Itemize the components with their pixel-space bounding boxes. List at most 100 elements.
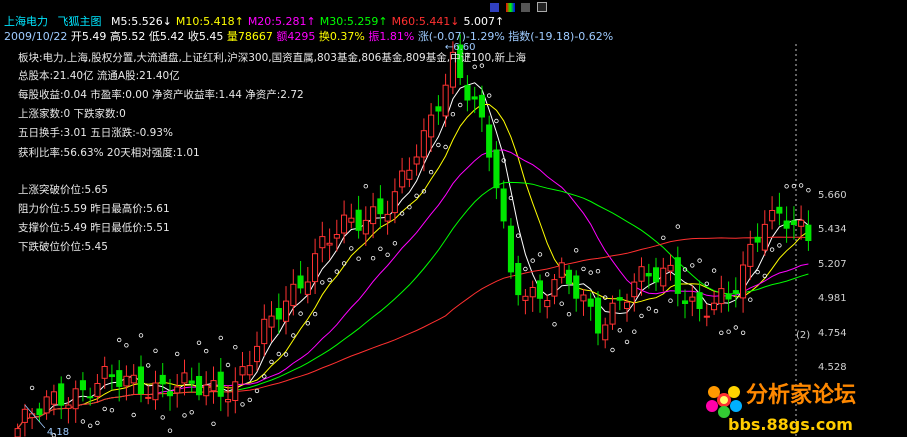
sar-dot <box>174 351 180 357</box>
candle-body <box>464 84 471 101</box>
candle-body <box>493 149 500 189</box>
sar-dot <box>116 337 122 343</box>
forum-logo: 分析家论坛 bbs.88gs.com <box>706 382 856 434</box>
candle-body <box>101 366 108 379</box>
info-five-day: 五日换手:3.01 五日涨跌:-0.93% <box>18 127 173 139</box>
sar-dot <box>595 269 601 274</box>
candle-body <box>435 106 442 112</box>
sar-dot <box>182 413 187 418</box>
candle-body <box>297 275 304 289</box>
candle-body <box>565 269 573 285</box>
candle-body <box>478 94 485 118</box>
candle-body <box>689 296 696 302</box>
sar-dot <box>254 388 260 394</box>
sar-dot <box>697 258 702 263</box>
candle-body <box>413 156 420 165</box>
sar-dot <box>29 385 35 391</box>
candle-body <box>341 214 348 234</box>
candle-body <box>406 169 413 180</box>
sar-dot <box>443 144 448 150</box>
sar-dot <box>66 374 71 380</box>
sar-dot <box>653 308 659 314</box>
sar-dot <box>740 330 746 335</box>
candle-body <box>573 275 580 299</box>
candle-body <box>283 300 290 322</box>
candle-body <box>370 206 377 225</box>
sar-dot <box>80 419 86 424</box>
candle-body <box>319 236 326 249</box>
sar-dot <box>305 321 310 326</box>
candle-body <box>50 391 58 405</box>
candle-body <box>333 234 340 239</box>
sar-dot <box>661 235 666 240</box>
candle-body <box>232 381 239 401</box>
candle-body <box>377 198 384 215</box>
sar-dot <box>777 243 782 248</box>
sar-dot <box>755 269 760 275</box>
sar-dot <box>668 298 673 303</box>
candle-body <box>507 225 514 273</box>
y-tick: 5.434 <box>818 224 847 235</box>
sar-dot <box>566 312 572 317</box>
sar-dot <box>552 322 557 327</box>
candle-body <box>522 295 529 301</box>
candle-body <box>123 375 130 387</box>
candle-body <box>544 300 551 308</box>
info-profit-ratio: 获利比率:56.63% 20天相对强度:1.01 <box>18 147 200 159</box>
candle-body <box>348 217 355 223</box>
ma60-line <box>17 236 809 429</box>
sar-dot <box>458 102 463 108</box>
candle-body <box>290 283 297 307</box>
candle-body <box>174 386 181 394</box>
y-tick: 4.528 <box>818 362 847 373</box>
candle-body <box>210 380 217 392</box>
candle-body <box>362 219 369 235</box>
candle-body <box>326 242 333 246</box>
candle-body <box>747 243 754 267</box>
candle-body <box>166 391 173 397</box>
sar-dot <box>675 224 680 229</box>
sar-dot <box>167 428 173 433</box>
right-marker: (2) <box>796 330 810 341</box>
sar-dot <box>356 256 361 261</box>
candle-body <box>682 300 689 304</box>
sar-dot <box>363 183 368 189</box>
candle-body <box>261 318 268 345</box>
sar-dot <box>160 415 165 420</box>
candle-body <box>536 280 544 299</box>
candle-body <box>645 273 652 277</box>
sar-dot <box>574 248 579 253</box>
sar-dot <box>639 313 644 319</box>
candle-body <box>624 301 631 310</box>
sar-dot <box>124 343 129 348</box>
sar-dot <box>545 272 550 277</box>
candle-body <box>21 408 28 423</box>
candle-body <box>181 372 188 384</box>
candle-body <box>638 266 645 282</box>
candle-body <box>384 213 391 222</box>
candle-body <box>718 288 725 305</box>
sar-dot <box>138 333 144 338</box>
info-eps: 每股收益:0.04 市盈率:0.00 净资产收益率:1.44 净资产:2.72 <box>18 89 304 101</box>
sar-dot <box>428 169 434 175</box>
sar-dot <box>791 183 797 189</box>
candle-body <box>58 383 65 406</box>
low-label: 4.18 <box>47 427 69 437</box>
candle-body <box>203 384 210 397</box>
sar-dot <box>407 204 412 210</box>
candle-body <box>36 408 43 416</box>
sar-dot <box>806 187 811 193</box>
candle-body <box>87 396 94 399</box>
candle-body <box>725 294 732 300</box>
forum-url: bbs.88gs.com <box>728 415 853 434</box>
sar-dot <box>733 325 738 330</box>
sar-dot <box>516 233 521 238</box>
sar-dot <box>748 297 753 302</box>
candle-body <box>188 380 195 384</box>
candle-body <box>428 114 435 138</box>
candlestick-chart[interactable]: ←6.604.18(2) <box>0 0 907 437</box>
sar-dot <box>392 241 398 246</box>
candle-body <box>515 263 522 296</box>
candle-body <box>754 236 761 243</box>
candle-body <box>769 210 776 222</box>
